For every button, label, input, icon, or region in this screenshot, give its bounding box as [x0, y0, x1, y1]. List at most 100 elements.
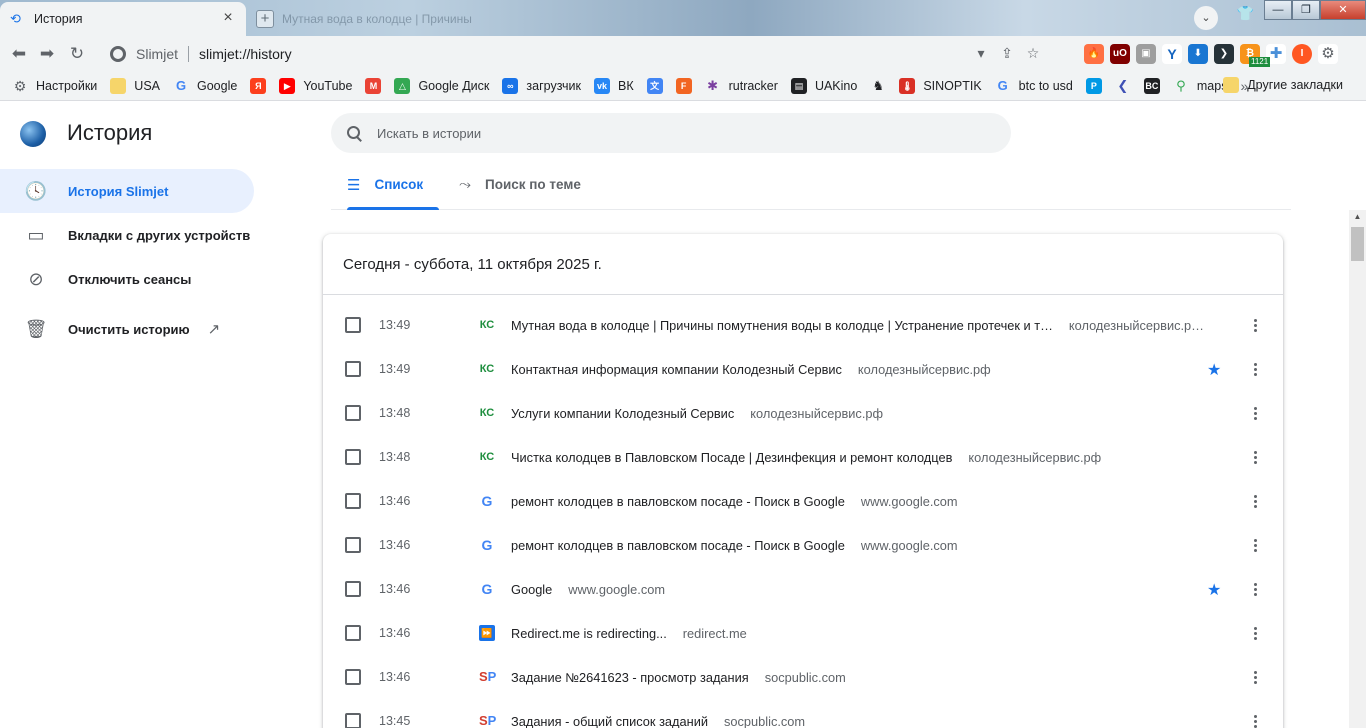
address-bar[interactable]: Slimjet slimjet://history ▾ ⇪ ☆ — [100, 39, 1046, 68]
history-title-link[interactable]: Google — [511, 582, 552, 597]
search-input[interactable] — [377, 125, 957, 141]
bookmark-item[interactable]: Gbtc to usd — [995, 78, 1073, 94]
forward-arrow-icon[interactable]: ➡ — [36, 43, 58, 65]
maximize-button[interactable]: ❐ — [1292, 0, 1320, 20]
profile-avatar-icon[interactable]: I — [1292, 44, 1312, 64]
tab-list[interactable]: ☰ Список — [331, 160, 440, 210]
row-checkbox[interactable] — [345, 449, 361, 465]
bookmark-item[interactable]: M — [365, 77, 382, 94]
reload-icon[interactable]: ↻ — [66, 43, 88, 65]
sidebar-item-other-devices[interactable]: ▭ Вкладки с других устройств — [0, 213, 254, 257]
history-title-link[interactable]: Чистка колодцев в Павловском Посаде | Де… — [511, 450, 952, 465]
bookmark-item[interactable]: △ Google Диск — [394, 77, 489, 94]
bookmark-item[interactable]: ✱ rutracker — [705, 78, 778, 94]
minimize-button[interactable]: — — [1264, 0, 1292, 20]
more-actions-icon[interactable] — [1245, 315, 1265, 335]
row-checkbox[interactable] — [345, 405, 361, 421]
close-window-button[interactable]: ✕ — [1320, 0, 1366, 20]
bookmark-item[interactable]: USA — [110, 77, 160, 94]
more-actions-icon[interactable] — [1245, 447, 1265, 467]
bookmark-item[interactable]: ▶ YouTube — [279, 77, 352, 94]
bookmark-item[interactable]: ⚲ maps — [1173, 78, 1227, 94]
history-row[interactable]: 13:46 SP Задание №2641623 - просмотр задан… — [323, 655, 1283, 699]
history-row[interactable]: 13:46 Gремонт колодцев в павловском посад… — [323, 479, 1283, 523]
row-checkbox[interactable] — [345, 713, 361, 728]
bookmark-item[interactable]: ❮ — [1115, 78, 1131, 94]
row-checkbox[interactable] — [345, 317, 361, 333]
more-actions-icon[interactable] — [1245, 711, 1265, 728]
more-actions-icon[interactable] — [1245, 403, 1265, 423]
history-row[interactable]: 13:48 КС Услуги компании Колодезный Сервис… — [323, 391, 1283, 435]
theme-shirt-icon[interactable]: 👕 — [1237, 5, 1254, 22]
more-actions-icon[interactable] — [1245, 579, 1265, 599]
row-checkbox[interactable] — [345, 669, 361, 685]
more-actions-icon[interactable] — [1245, 491, 1265, 511]
history-row[interactable]: 13:48 КС Чистка колодцев в Павловском Поса… — [323, 435, 1283, 479]
history-title-link[interactable]: Redirect.me is redirecting... — [511, 626, 667, 641]
more-actions-icon[interactable] — [1245, 623, 1265, 643]
tab-background[interactable]: + Мутная вода в колодце | Причины — [250, 6, 480, 32]
tab-close-icon[interactable]: × — [220, 10, 236, 27]
history-title-link[interactable]: Мутная вода в колодце | Причины помутнен… — [511, 318, 1053, 333]
tab-journeys[interactable]: ⤳ Поиск по теме — [443, 160, 597, 209]
more-actions-icon[interactable] — [1245, 667, 1265, 687]
history-row[interactable]: 13:46 G Google www.google.com ★ — [323, 567, 1283, 611]
bookmark-item[interactable]: ♞ — [870, 78, 886, 94]
row-checkbox[interactable] — [345, 361, 361, 377]
sidebar-item-clear-history[interactable]: 🗑 Очистить историю ↗ — [0, 307, 254, 351]
y-extension-icon[interactable]: Y — [1162, 44, 1182, 64]
back-arrow-icon[interactable]: ⬅ — [8, 43, 30, 65]
row-checkbox[interactable] — [345, 537, 361, 553]
history-title-link[interactable]: ремонт колодцев в павловском посаде - По… — [511, 494, 845, 509]
history-title-link[interactable]: Задания - общий список заданий — [511, 714, 708, 728]
briefcase-extension-icon[interactable]: ▣ — [1136, 44, 1156, 64]
tab-history[interactable]: ⟲ История × — [0, 2, 246, 36]
tab-search-chevron-icon[interactable]: ⌄ — [1194, 6, 1218, 30]
history-row[interactable]: 13:46 ⏩ Redirect.me is redirecting... redir… — [323, 611, 1283, 655]
more-actions-icon[interactable] — [1245, 359, 1265, 379]
fire-extension-icon[interactable]: 🔥 — [1084, 44, 1104, 64]
bookmark-item[interactable]: Я — [250, 77, 267, 94]
bookmark-star-icon[interactable]: ☆ — [1020, 45, 1046, 62]
history-row[interactable]: 13:45 SP Задания - общий список заданий soc… — [323, 699, 1283, 728]
download-extension-icon[interactable]: ⬇ — [1188, 44, 1208, 64]
bookmarked-star-icon[interactable]: ★ — [1207, 580, 1221, 600]
history-row[interactable]: 13:46 Gремонт колодцев в павловском посад… — [323, 523, 1283, 567]
page-scrollbar[interactable]: ▲ — [1349, 210, 1366, 728]
history-title-link[interactable]: Услуги компании Колодезный Сервис — [511, 406, 734, 421]
extensions-area: 🔥 uO ▣ Y ⬇ ❯ ₿ ✚ I ⚙ — [1084, 42, 1338, 66]
scrollbar-thumb[interactable] — [1351, 227, 1364, 261]
sidebar-item-history[interactable]: 🕓 История Slimjet — [0, 169, 254, 213]
bookmark-item[interactable]: ⚙ Настройки — [12, 78, 98, 94]
history-title-link[interactable]: ремонт колодцев в павловском посаде - По… — [511, 538, 845, 553]
terminal-extension-icon[interactable]: ❯ — [1214, 44, 1234, 64]
bookmark-item[interactable]: ∞ загрузчик — [502, 77, 581, 94]
bookmark-item[interactable]: BC — [1143, 77, 1160, 94]
scroll-up-icon[interactable]: ▲ — [1349, 210, 1366, 224]
row-checkbox[interactable] — [345, 625, 361, 641]
history-row[interactable]: 13:49 КС Контактная информация компании Ко… — [323, 347, 1283, 391]
history-title-link[interactable]: Задание №2641623 - просмотр задания — [511, 670, 749, 685]
new-tab-icon[interactable]: + — [256, 10, 274, 28]
bookmark-item[interactable]: 🌡 SINOPTIK — [899, 77, 982, 94]
bookmark-item[interactable]: F — [675, 77, 692, 94]
row-checkbox[interactable] — [345, 493, 361, 509]
history-title-link[interactable]: Контактная информация компании Колодезны… — [511, 362, 842, 377]
bookmarked-star-icon[interactable]: ★ — [1207, 360, 1221, 380]
row-checkbox[interactable] — [345, 581, 361, 597]
bookmark-item[interactable]: 文 — [646, 77, 663, 94]
share-icon[interactable]: ⇪ — [994, 45, 1020, 62]
dropdown-arrow-icon[interactable]: ▾ — [968, 45, 994, 62]
sidebar-item-disable-sessions[interactable]: ⊘ Отключить сеансы — [0, 257, 254, 301]
more-actions-icon[interactable] — [1245, 535, 1265, 555]
omnibox-url[interactable]: slimjet://history — [199, 46, 292, 62]
settings-gear-icon[interactable]: ⚙ — [1318, 44, 1338, 64]
bookmark-item[interactable]: G Google — [173, 78, 237, 94]
ublock-extension-icon[interactable]: uO — [1110, 44, 1130, 64]
bookmark-item[interactable]: vk ВК — [593, 77, 634, 94]
history-domain: www.google.com — [568, 581, 665, 597]
other-bookmarks[interactable]: Другие закладки — [1223, 77, 1343, 93]
history-row[interactable]: 13:49 КС Мутная вода в колодце | Причины п… — [323, 303, 1283, 347]
bookmark-item[interactable]: P — [1085, 77, 1102, 94]
bookmark-item[interactable]: ▤ UAKino — [790, 77, 857, 94]
